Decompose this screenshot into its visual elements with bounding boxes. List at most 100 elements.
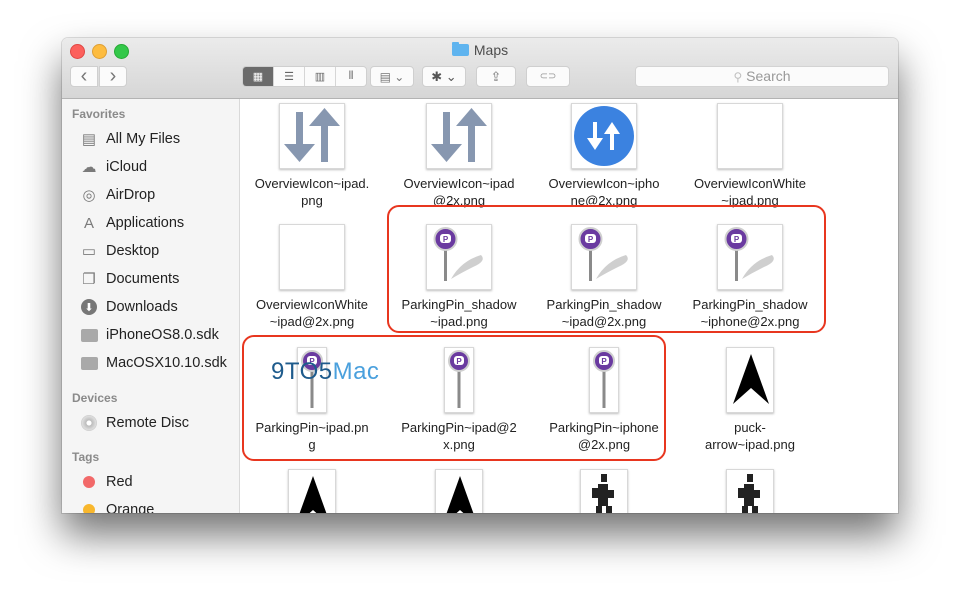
sidebar-item-documents[interactable]: ❐ Documents — [80, 268, 179, 290]
arrange-button[interactable]: ▤ ⌄ — [370, 66, 414, 87]
sidebar-item-label: iCloud — [106, 159, 148, 175]
sidebar-item-tag-orange[interactable]: Orange — [80, 499, 154, 513]
search-field[interactable]: ⚲ Search — [635, 66, 889, 87]
file-item[interactable]: puck-arrow~ipad.png — [680, 347, 820, 453]
arrows-gray-thumbnail — [279, 103, 345, 169]
sidebar-item-label: AirDrop — [106, 187, 156, 203]
search-icon: ⚲ — [733, 70, 743, 84]
file-name-line2: ~ipad@2x.png — [269, 314, 355, 329]
file-item[interactable] — [242, 469, 382, 513]
downloads-icon: ⬇ — [81, 299, 97, 315]
sidebar-item-remote-disc[interactable]: Remote Disc — [80, 412, 189, 434]
blank-thumbnail — [279, 224, 345, 290]
list-icon: ☰ — [284, 71, 294, 83]
columns-icon: ▥ — [314, 71, 326, 83]
cloud-icon: ☁ — [81, 159, 97, 176]
file-name-line1: OverviewIconWhite — [256, 297, 368, 312]
share-icon: ⇪ — [490, 68, 502, 84]
sidebar-item-label: MacOSX10.10.sdk — [106, 355, 227, 371]
sidebar-item-icloud[interactable]: ☁ iCloud — [80, 156, 148, 178]
file-name: OverviewIcon~ipho ne@2x.png — [534, 175, 674, 209]
walker-thumbnail — [580, 469, 628, 513]
file-name-line1: OverviewIcon~ipad. — [254, 176, 370, 191]
tag-orange-icon — [80, 501, 98, 513]
sidebar-item-label: iPhoneOS8.0.sdk — [106, 327, 219, 343]
puck-arrow-thumbnail — [726, 347, 774, 413]
action-button[interactable]: ✱ ⌄ — [422, 66, 466, 87]
titlebar: Maps ‹ › ▦ ☰ ▥ ⫴ ▤ ⌄ ✱ ⌄ ⇪ ⊂⊃ ⚲ Search — [62, 38, 898, 99]
file-item[interactable] — [534, 469, 674, 513]
sidebar-item-airdrop[interactable]: ◎ AirDrop — [80, 184, 155, 206]
file-item[interactable]: OverviewIcon~ipad. png — [242, 103, 382, 209]
view-mode-segmented: ▦ ☰ ▥ ⫴ — [242, 66, 367, 87]
file-item[interactable]: OverviewIcon~ipho ne@2x.png — [534, 103, 674, 209]
file-name-line1: OverviewIcon~ipad — [403, 176, 515, 191]
folder-icon — [451, 42, 469, 56]
column-view-button[interactable]: ▥ — [305, 67, 336, 86]
file-item[interactable] — [680, 469, 820, 513]
sidebar-item-label: Desktop — [106, 243, 160, 259]
gear-icon: ✱ ⌄ — [431, 68, 457, 84]
window-title: Maps — [62, 42, 898, 58]
sidebar-item-label: Downloads — [106, 299, 178, 315]
file-name: OverviewIcon~ipad @2x.png — [389, 175, 529, 209]
sidebar-section-favorites: Favorites — [72, 107, 126, 121]
tag-icon: ⊂⊃ — [539, 71, 557, 82]
file-name: OverviewIcon~ipad. png — [242, 175, 382, 209]
list-view-button[interactable]: ☰ — [274, 67, 305, 86]
arrange-icon: ▤ ⌄ — [379, 69, 405, 84]
sidebar-item-label: Applications — [106, 215, 185, 231]
file-name: OverviewIconWhite ~ipad@2x.png — [242, 296, 382, 330]
documents-icon: ❐ — [82, 271, 96, 288]
arrows-blue-thumbnail — [571, 103, 637, 169]
file-name-line1: puck- — [734, 420, 766, 435]
folder-icon — [80, 354, 98, 372]
sidebar-item-iphoneos-sdk[interactable]: iPhoneOS8.0.sdk — [80, 324, 219, 346]
file-item[interactable]: OverviewIcon~ipad @2x.png — [389, 103, 529, 209]
tags-button[interactable]: ⊂⊃ — [526, 66, 570, 87]
highlight-parking-pin-shadow — [387, 205, 826, 333]
puck-arrow-thumbnail — [435, 469, 483, 513]
sidebar-item-macosx-sdk[interactable]: MacOSX10.10.sdk — [80, 352, 227, 374]
sidebar-item-tag-red[interactable]: Red — [80, 471, 133, 493]
sidebar-item-label: Red — [106, 474, 133, 490]
sidebar-item-applications[interactable]: A Applications — [80, 212, 184, 234]
sidebar: Favorites ▤ All My Files ☁ iCloud ◎ AirDrop… — [62, 99, 240, 513]
sidebar-item-label: Orange — [106, 502, 155, 513]
arrows-gray-thumbnail — [426, 103, 492, 169]
file-name-line2: png — [301, 193, 323, 208]
applications-icon: A — [83, 214, 94, 232]
watermark-part2: Mac — [332, 358, 380, 385]
cover-flow-button[interactable]: ⫴ — [336, 67, 366, 86]
puck-arrow-thumbnail — [288, 469, 336, 513]
sidebar-item-label: Remote Disc — [106, 415, 189, 431]
sidebar-section-devices: Devices — [72, 391, 118, 405]
window-title-text: Maps — [473, 42, 509, 58]
file-item[interactable]: OverviewIconWhite ~ipad.png — [680, 103, 820, 209]
grid-icon: ▦ — [252, 71, 264, 83]
walker-thumbnail — [726, 469, 774, 513]
search-placeholder: Search — [746, 68, 791, 84]
sidebar-item-label: Documents — [106, 271, 180, 287]
tag-red-icon — [80, 473, 98, 491]
file-name-line1: OverviewIcon~ipho — [548, 176, 660, 191]
folder-icon — [80, 326, 98, 344]
back-button[interactable]: ‹ — [70, 65, 98, 87]
share-button[interactable]: ⇪ — [476, 66, 516, 87]
desktop-icon: ▭ — [81, 243, 97, 260]
sidebar-item-desktop[interactable]: ▭ Desktop — [80, 240, 159, 262]
file-item[interactable]: OverviewIconWhite ~ipad@2x.png — [242, 224, 382, 330]
airdrop-icon: ◎ — [82, 187, 96, 204]
sidebar-item-all-my-files[interactable]: ▤ All My Files — [80, 128, 180, 150]
sidebar-item-label: All My Files — [106, 131, 181, 147]
file-name-line1: OverviewIconWhite — [694, 176, 806, 191]
forward-button[interactable]: › — [99, 65, 127, 87]
file-item[interactable] — [389, 469, 529, 513]
sidebar-item-downloads[interactable]: ⬇ Downloads — [80, 296, 178, 318]
disc-icon — [80, 414, 98, 432]
cover-flow-icon: ⫴ — [348, 70, 354, 82]
all-files-icon: ▤ — [81, 131, 97, 148]
icon-view-button[interactable]: ▦ — [243, 67, 274, 86]
blank-thumbnail — [717, 103, 783, 169]
chevron-right-icon: › — [109, 65, 117, 87]
